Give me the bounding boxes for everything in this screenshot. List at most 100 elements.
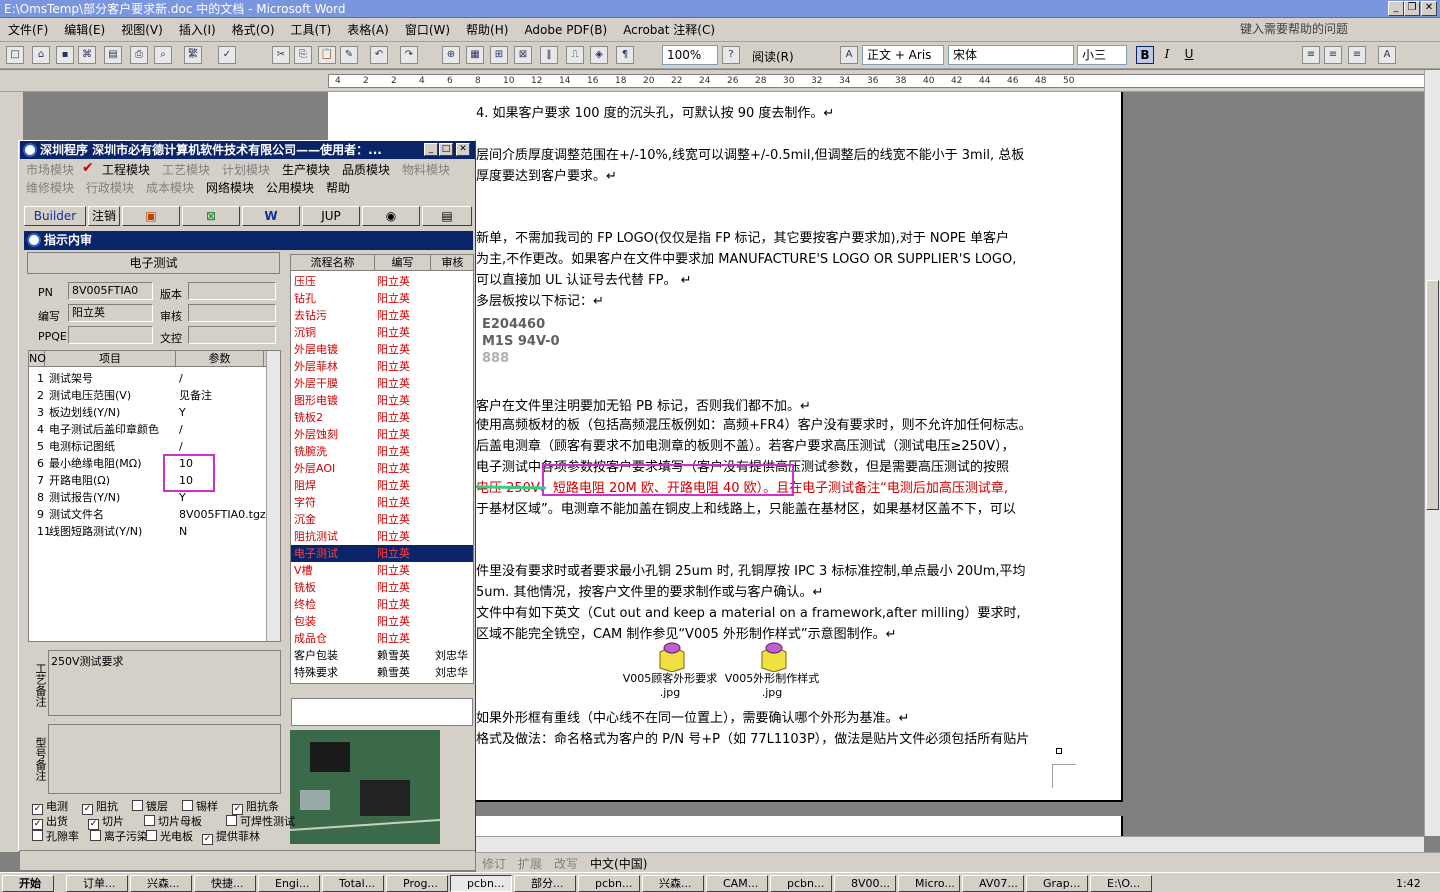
attachment-icon-2[interactable] — [758, 640, 790, 673]
menu-item-0[interactable]: 文件(F) — [0, 18, 56, 41]
process-row[interactable]: 特殊要求 赖雪英 刘忠华 — [291, 664, 473, 681]
author-field[interactable]: 阳立英 — [68, 304, 153, 322]
process-row[interactable]: 铣板 阳立英 — [291, 579, 473, 596]
process-row[interactable]: 压压 阳立英 — [291, 273, 473, 290]
process-row[interactable]: 成品仓 阳立英 — [291, 630, 473, 647]
copy-icon[interactable]: ⎘ — [294, 46, 312, 64]
database-icon[interactable]: ▤ — [422, 206, 472, 226]
process-row[interactable]: 沉铜 阳立英 — [291, 324, 473, 341]
align-right-icon[interactable]: ≡ — [1348, 46, 1366, 64]
drawing-icon[interactable]: ⎍ — [566, 46, 584, 64]
menu-item-10[interactable]: Acrobat 注释(C) — [615, 18, 723, 41]
module-modules_row1-0[interactable]: 市场模块 — [26, 161, 74, 178]
process-row[interactable]: 铣腕洗 阳立英 — [291, 443, 473, 460]
spell-icon[interactable]: 繁 — [184, 46, 202, 64]
underline-icon[interactable]: U — [1180, 46, 1198, 64]
check-2-1[interactable]: 离子污染 — [90, 828, 148, 844]
read-button[interactable]: 阅读(R) — [752, 48, 794, 65]
permission-icon[interactable]: ⌘ — [78, 46, 96, 64]
insert-table-icon[interactable]: ⊞ — [490, 46, 508, 64]
excel-icon[interactable]: ⊠ — [182, 206, 240, 226]
checkbox-icon[interactable] — [132, 800, 143, 811]
help-icon[interactable]: ? — [722, 46, 740, 64]
taskbar-item[interactable]: Grap... — [1026, 875, 1088, 892]
taskbar-item[interactable]: E:\O... — [1090, 875, 1152, 892]
taskbar-item[interactable]: 兴森... — [130, 875, 192, 892]
preview-icon[interactable]: ⌕ — [154, 46, 172, 64]
powerpoint-icon[interactable]: ▣ — [122, 206, 180, 226]
spec-note-field[interactable] — [48, 724, 281, 794]
menu-item-7[interactable]: 窗口(W) — [397, 18, 458, 41]
save-icon[interactable]: ▪ — [56, 46, 74, 64]
module-modules_row1-6[interactable]: 物料模块 — [402, 161, 450, 178]
param-row[interactable]: 1 测试架号 / — [29, 370, 280, 387]
check-2-0[interactable]: 孔隙率 — [32, 828, 79, 844]
check-0-3[interactable]: 锡样 — [182, 798, 218, 814]
check-1-3[interactable]: 可焊性测试 — [226, 813, 295, 829]
zoom-select[interactable]: 100% — [662, 45, 718, 65]
app-close-button[interactable]: ✕ — [456, 143, 470, 156]
process-row[interactable]: 去钻污 阳立英 — [291, 307, 473, 324]
horizontal-scrollbar[interactable] — [476, 836, 1424, 852]
checkbox-icon[interactable] — [182, 800, 193, 811]
module-modules_row2-0[interactable]: 维修模块 — [26, 179, 74, 196]
param-row[interactable]: 11 线图短路测试(Y/N) N — [29, 523, 280, 540]
process-row[interactable]: 外层电镀 阳立英 — [291, 341, 473, 358]
taskbar-item[interactable]: 部分... — [514, 875, 576, 892]
process-row[interactable]: 阻焊 阳立英 — [291, 477, 473, 494]
menu-item-5[interactable]: 工具(T) — [283, 18, 340, 41]
review-field[interactable] — [188, 304, 276, 322]
process-row[interactable]: 铣板2 阳立英 — [291, 409, 473, 426]
paste-icon[interactable]: 📋 — [318, 46, 336, 64]
close-button[interactable]: ✕ — [1421, 1, 1437, 16]
vertical-scrollbar[interactable] — [1424, 70, 1440, 836]
module-modules_row2-5[interactable]: 帮助 — [326, 179, 350, 196]
process-row[interactable]: 外层干膜 阳立英 — [291, 375, 473, 392]
excel-sheet-icon[interactable]: ⊠ — [514, 46, 532, 64]
param-row[interactable]: 2 测试电压范围(V) 见备注 — [29, 387, 280, 404]
taskbar-item[interactable]: Total... — [322, 875, 384, 892]
process-row[interactable]: 钻孔 阳立英 — [291, 290, 473, 307]
menu-item-8[interactable]: 帮助(H) — [458, 18, 516, 41]
module-modules_row2-3[interactable]: 网络模块 — [206, 179, 254, 196]
taskbar-item[interactable]: 兴森... — [642, 875, 704, 892]
start-button[interactable]: 开始 — [2, 875, 54, 892]
param-row[interactable]: 6 最小绝缘电阻(MΩ) 10 — [29, 455, 280, 472]
param-row[interactable]: 3 板边划线(Y/N) Y — [29, 404, 280, 421]
menu-item-6[interactable]: 表格(A) — [339, 18, 397, 41]
checkbox-icon[interactable] — [144, 815, 155, 826]
check-0-2[interactable]: 镀层 — [132, 798, 168, 814]
module-modules_row2-4[interactable]: 公用模块 — [266, 179, 314, 196]
param-row[interactable]: 5 电测标记图纸 / — [29, 438, 280, 455]
process-row[interactable]: 字符 阳立英 — [291, 494, 473, 511]
eye-icon[interactable]: ◉ — [362, 206, 420, 226]
help-search-input[interactable]: 键入需要帮助的问题 — [1240, 20, 1420, 38]
taskbar-item[interactable]: pcbn... — [578, 875, 640, 892]
version-field[interactable] — [188, 282, 276, 300]
process-row[interactable]: V槽 阳立英 — [291, 562, 473, 579]
process-note-field[interactable] — [291, 698, 473, 726]
tables-icon[interactable]: ▦ — [466, 46, 484, 64]
menu-item-3[interactable]: 插入(I) — [171, 18, 224, 41]
open-icon[interactable]: ⌂ — [32, 46, 50, 64]
process-row[interactable]: 外层蚀刻 阳立英 — [291, 426, 473, 443]
menu-item-4[interactable]: 格式(O) — [224, 18, 283, 41]
checkbox-icon[interactable] — [32, 830, 43, 841]
columns-icon[interactable]: ‖ — [540, 46, 558, 64]
craft-note-field[interactable]: 250V测试要求 — [48, 650, 281, 716]
menu-item-1[interactable]: 编辑(E) — [56, 18, 113, 41]
process-row[interactable]: 阻抗测试 阳立英 — [291, 528, 473, 545]
center-icon[interactable]: ≡ — [1324, 46, 1342, 64]
format-painter-icon[interactable]: ✎ — [340, 46, 358, 64]
taskbar-item[interactable]: 快捷... — [194, 875, 256, 892]
checkbox-icon[interactable]: ✓ — [202, 834, 213, 845]
param-row[interactable]: 9 测试文件名 8V005FTIA0.tgz — [29, 506, 280, 523]
process-row[interactable]: 终检 阳立英 — [291, 596, 473, 613]
research-icon[interactable]: ✓ — [218, 46, 236, 64]
taskbar-item[interactable]: 订单... — [66, 875, 128, 892]
module-modules_row1-2[interactable]: 工艺模块 — [162, 161, 210, 178]
taskbar-item[interactable]: Micro... — [898, 875, 960, 892]
italic-icon[interactable]: I — [1158, 46, 1176, 64]
print-preview-icon[interactable]: ▤ — [104, 46, 122, 64]
taskbar-item[interactable]: CAM... — [706, 875, 768, 892]
